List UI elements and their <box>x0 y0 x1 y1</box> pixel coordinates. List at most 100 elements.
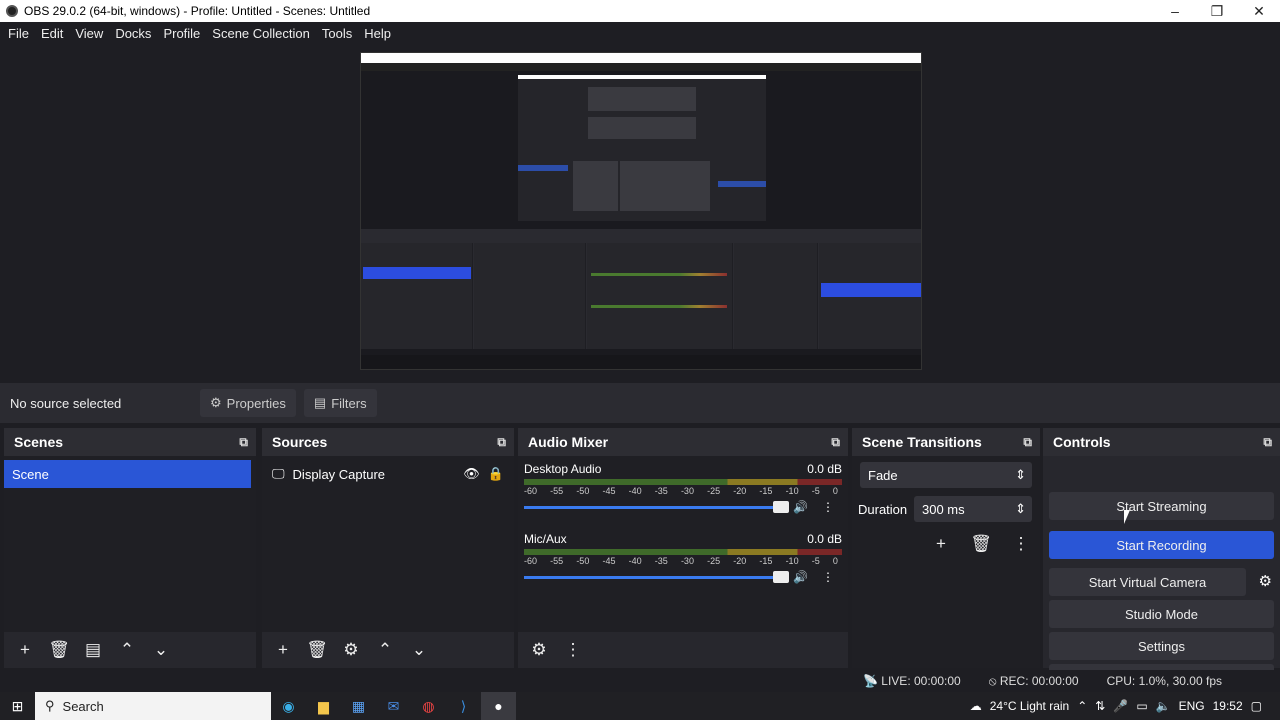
menu-edit[interactable]: Edit <box>35 26 69 41</box>
slider-handle[interactable] <box>773 500 790 513</box>
mail-icon[interactable]: ✉ <box>376 692 411 720</box>
studio-mode-button[interactable]: Studio Mode <box>1049 600 1274 628</box>
chevron-up-icon: ⌃ <box>119 640 135 659</box>
notification-icon[interactable]: ▢ <box>1251 699 1262 713</box>
chrome-icon[interactable]: ◍ <box>411 692 446 720</box>
add-transition-button[interactable]: + <box>924 530 958 558</box>
spinner-icon[interactable]: ⇕ <box>1015 501 1026 517</box>
store-icon[interactable]: ▦ <box>341 692 376 720</box>
network-icon[interactable]: ⇅ <box>1095 699 1105 713</box>
duration-spinbox[interactable]: 300 ms ⇕ <box>914 496 1032 522</box>
transition-value: Fade <box>868 467 898 483</box>
add-scene-button[interactable]: + <box>8 636 42 664</box>
minimize-button[interactable]: – <box>1154 3 1196 19</box>
mixer-menu-button[interactable]: ⋮ <box>556 636 590 664</box>
menu-docks[interactable]: Docks <box>109 26 157 41</box>
scene-transitions-title: Scene Transitions <box>862 434 982 450</box>
menu-file[interactable]: File <box>2 26 35 41</box>
channel-db: 0.0 dB <box>807 462 842 476</box>
filter-icon: ▤ <box>84 640 102 659</box>
chevron-up-icon[interactable]: ⌃ <box>1077 699 1087 713</box>
preview-area[interactable] <box>0 44 1280 382</box>
weather-label[interactable]: 24°C Light rain <box>990 699 1070 713</box>
windows-start-icon[interactable]: ⊞ <box>0 692 35 720</box>
lock-icon[interactable]: 🔒 <box>488 466 504 482</box>
trash-icon: 🗑 <box>48 640 70 659</box>
scene-transitions-dock-header: Scene Transitions ⧉ <box>852 428 1040 456</box>
move-scene-up-button[interactable]: ⌃ <box>110 636 144 664</box>
add-source-button[interactable]: + <box>266 636 300 664</box>
language-label[interactable]: ENG <box>1179 699 1205 713</box>
menu-help[interactable]: Help <box>358 26 397 41</box>
advanced-audio-button[interactable]: ⚙ <box>522 636 556 664</box>
menu-profile[interactable]: Profile <box>157 26 206 41</box>
scene-transitions-dock: Scene Transitions ⧉ Fade ⇕ Duration 300 … <box>852 428 1040 668</box>
system-tray: ☁ 24°C Light rain ⌃ ⇅ 🎤 ▭ 🔈 ENG 19:52 ▢ <box>970 692 1280 720</box>
volume-slider[interactable] <box>524 500 790 513</box>
clock-label[interactable]: 19:52 <box>1213 699 1243 713</box>
menu-bar: File Edit View Docks Profile Scene Colle… <box>0 22 1280 44</box>
microphone-icon[interactable]: 🎤 <box>1113 699 1128 713</box>
restore-button[interactable]: ❐ <box>1196 3 1238 20</box>
battery-icon[interactable]: ▭ <box>1136 699 1147 713</box>
sources-dock: Sources ⧉ 🖵 Display Capture 👁 🔒 + 🗑 ⚙ ⌃ … <box>262 428 514 668</box>
controls-title: Controls <box>1053 434 1111 450</box>
properties-button[interactable]: ⚙ Properties <box>200 389 296 417</box>
start-virtual-camera-button[interactable]: Start Virtual Camera <box>1049 568 1246 596</box>
taskbar-search[interactable]: ⚲ Search <box>35 692 271 720</box>
volume-icon[interactable]: 🔈 <box>1156 699 1171 713</box>
vscode-icon[interactable]: ⟩ <box>446 692 481 720</box>
remove-source-button[interactable]: 🗑 <box>300 636 334 664</box>
obs-taskbar-icon[interactable]: ● <box>481 692 516 720</box>
speaker-icon[interactable]: 🔊 <box>793 500 808 514</box>
transition-menu-button[interactable]: ⋮ <box>1004 530 1038 558</box>
start-recording-button[interactable]: Start Recording <box>1049 531 1274 559</box>
remove-transition-button[interactable]: 🗑 <box>964 530 998 558</box>
source-label: Display Capture <box>292 466 386 482</box>
menu-tools[interactable]: Tools <box>316 26 358 41</box>
transition-buttons: + 🗑 ⋮ <box>924 530 1038 558</box>
close-button[interactable]: ✕ <box>1238 3 1280 20</box>
preview-canvas[interactable] <box>360 52 922 370</box>
speaker-icon[interactable]: 🔊 <box>793 570 808 584</box>
weather-icon[interactable]: ☁ <box>970 699 982 713</box>
move-source-down-button[interactable]: ⌄ <box>402 636 436 664</box>
source-properties-button[interactable]: ⚙ <box>334 636 368 664</box>
start-streaming-button[interactable]: Start Streaming <box>1049 492 1274 520</box>
scene-item[interactable]: Scene <box>4 460 251 488</box>
undock-icon[interactable]: ⧉ <box>1023 435 1032 450</box>
undock-icon[interactable]: ⧉ <box>497 435 506 450</box>
volume-slider[interactable] <box>524 570 790 583</box>
menu-scene-collection[interactable]: Scene Collection <box>206 26 316 41</box>
window-title: OBS 29.0.2 (64-bit, windows) - Profile: … <box>24 4 371 18</box>
undock-icon[interactable]: ⧉ <box>1263 435 1272 450</box>
transition-select[interactable]: Fade ⇕ <box>860 462 1032 488</box>
move-source-up-button[interactable]: ⌃ <box>368 636 402 664</box>
menu-view[interactable]: View <box>69 26 109 41</box>
filter-icon: ▤ <box>313 395 327 410</box>
scenes-list: Scene <box>4 456 256 640</box>
undock-icon[interactable]: ⧉ <box>239 435 248 450</box>
edge-icon[interactable]: ◉ <box>271 692 306 720</box>
virtual-camera-settings-gear-icon[interactable]: ⚙ <box>1259 572 1272 590</box>
mixer-channels: Desktop Audio 0.0 dB -60 -55 -50 -45 -40 -35-… <box>518 456 848 640</box>
preview-nested-capture <box>518 75 766 221</box>
move-scene-down-button[interactable]: ⌄ <box>144 636 178 664</box>
sources-list: 🖵 Display Capture 👁 🔒 <box>262 456 514 640</box>
filters-button[interactable]: ▤ Filters <box>303 389 377 417</box>
channel-name: Desktop Audio <box>524 462 602 476</box>
undock-icon[interactable]: ⧉ <box>831 435 840 450</box>
remove-scene-button[interactable]: 🗑 <box>42 636 76 664</box>
mixer-channel-desktop-audio: Desktop Audio 0.0 dB -60 -55 -50 -45 -40 -35-… <box>524 462 842 522</box>
file-explorer-icon[interactable]: ▆ <box>306 692 341 720</box>
scenes-dock: Scenes ⧉ Scene + 🗑 ▤ ⌃ ⌄ <box>4 428 256 668</box>
slider-handle[interactable] <box>773 570 790 583</box>
duration-label: Duration <box>858 502 908 517</box>
more-options-icon[interactable]: ⋮ <box>814 500 842 514</box>
settings-button[interactable]: Settings <box>1049 632 1274 660</box>
scene-filters-button[interactable]: ▤ <box>76 636 110 664</box>
more-options-icon[interactable]: ⋮ <box>814 570 842 584</box>
source-item[interactable]: 🖵 Display Capture 👁 🔒 <box>272 462 504 486</box>
chevron-down-icon: ⌄ <box>411 640 427 659</box>
eye-icon[interactable]: 👁 <box>463 466 480 482</box>
